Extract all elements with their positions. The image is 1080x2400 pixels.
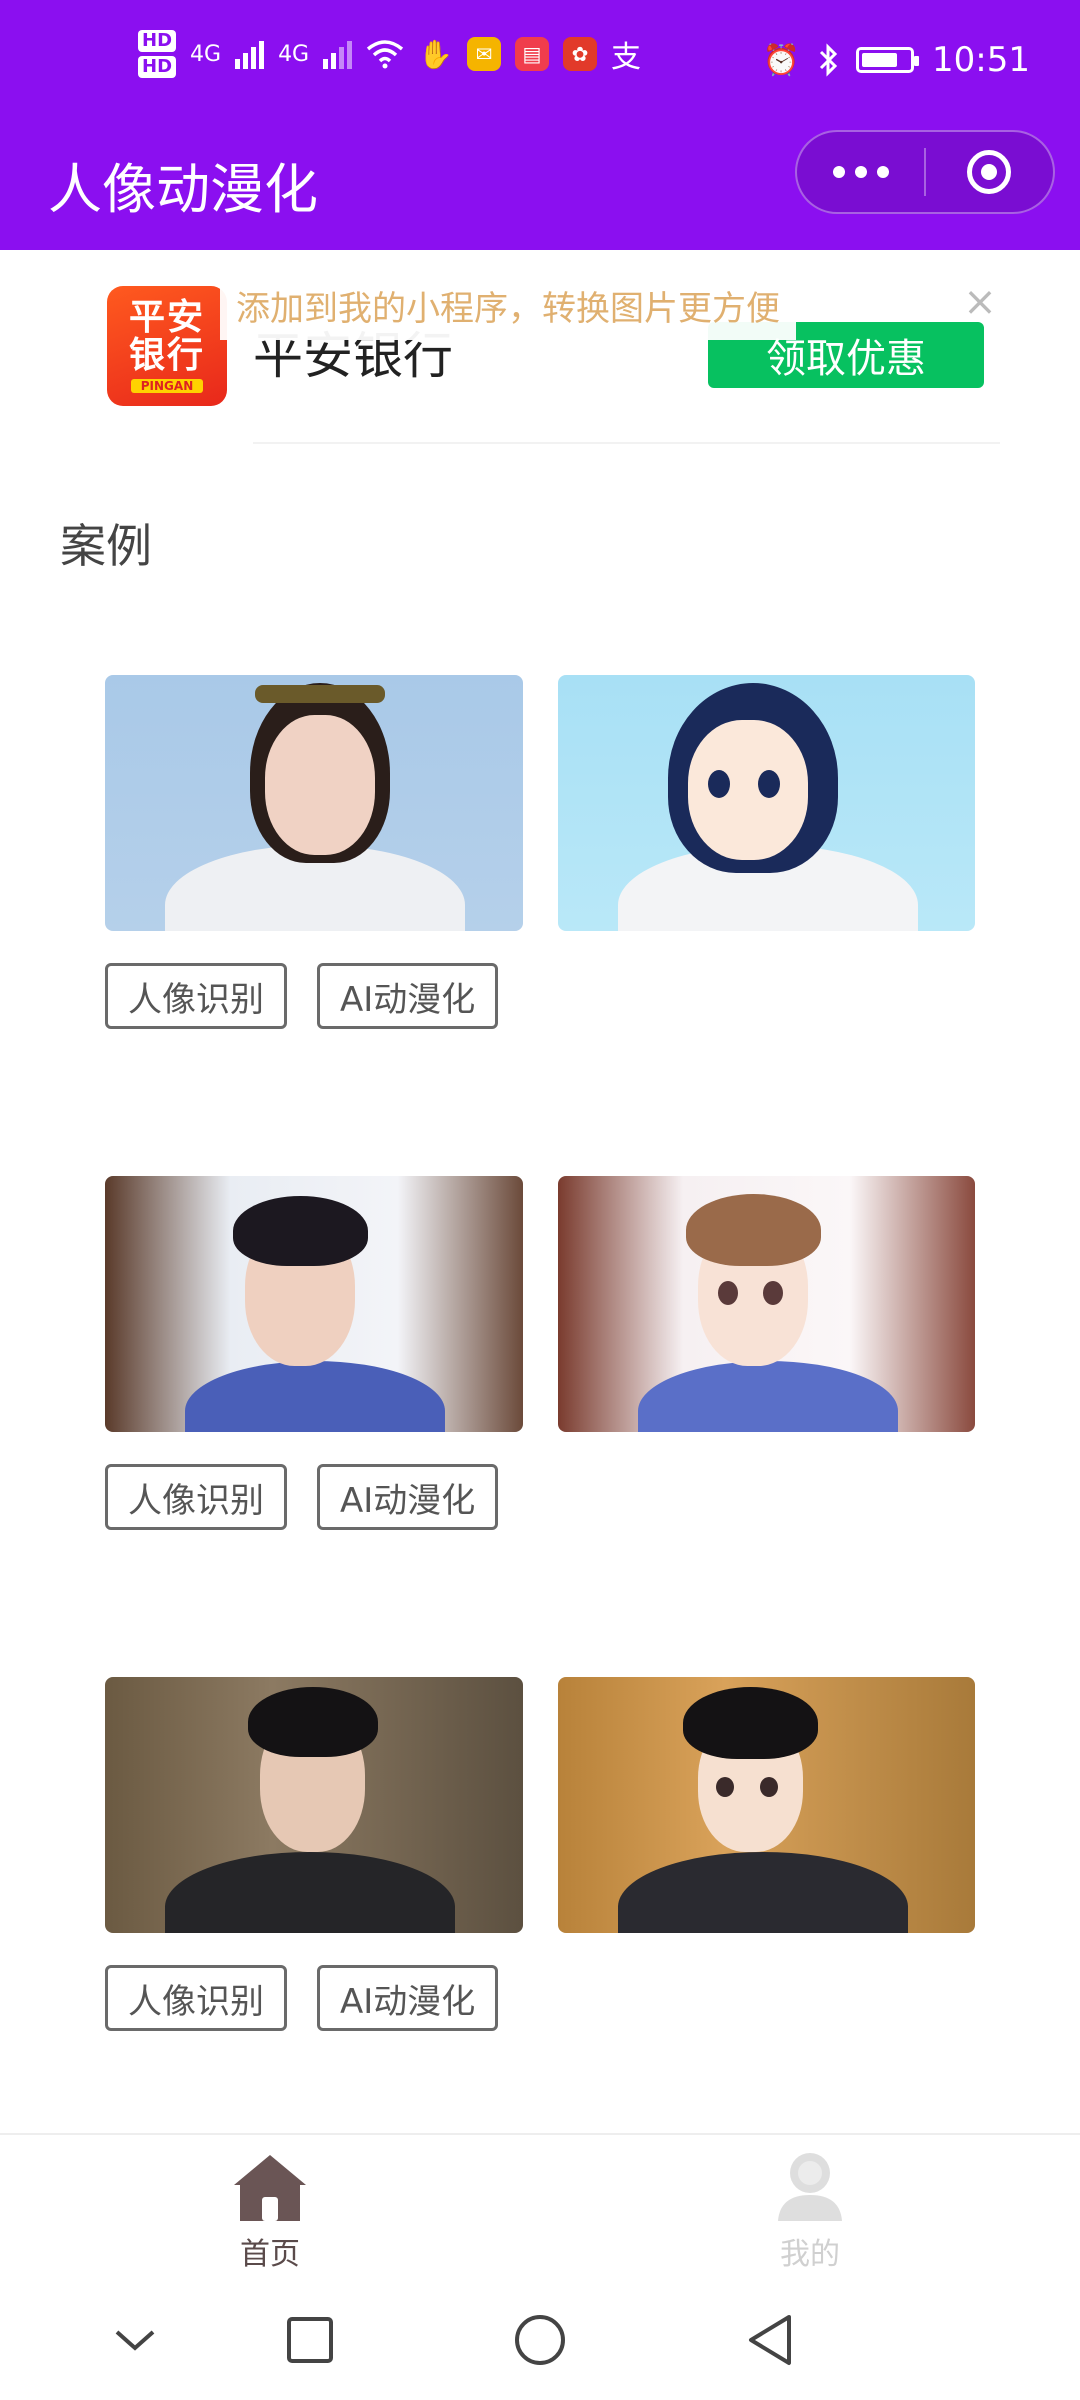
- divider: [253, 442, 1000, 444]
- status-left: HD HD 4G 4G ✋ ✉ ▤ ✿ 支: [138, 30, 641, 78]
- battery-icon: [856, 47, 920, 73]
- chevron-down-icon[interactable]: [100, 2305, 170, 2375]
- recents-icon[interactable]: [275, 2305, 345, 2375]
- example-card: 人像识别 AI动漫化: [105, 675, 975, 1029]
- more-options-button[interactable]: [797, 132, 924, 212]
- tab-home[interactable]: 首页: [0, 2135, 540, 2283]
- hand-icon: ✋: [418, 37, 453, 71]
- pingan-logo: 平安 银行 PINGAN: [107, 286, 227, 406]
- target-icon: [967, 150, 1012, 194]
- anime-photo[interactable]: [557, 675, 975, 931]
- ad-banner[interactable]: 平安 银行 PINGAN 平安银行 领取优惠 添加到我的小程序，转换图片更方便 …: [0, 250, 1080, 450]
- network-type-2: 4G: [278, 41, 310, 67]
- back-icon[interactable]: [735, 2305, 805, 2375]
- close-icon[interactable]: ×: [960, 282, 1000, 322]
- tab-mine[interactable]: 我的: [540, 2135, 1080, 2283]
- miniprogram-capsule: [795, 130, 1055, 214]
- close-miniprogram-button[interactable]: [926, 132, 1053, 212]
- tab-home-label: 首页: [240, 2237, 300, 2272]
- home-circle-icon[interactable]: [505, 2305, 575, 2375]
- tag-ai-anime[interactable]: AI动漫化: [317, 963, 499, 1029]
- hd-badge-1: HD: [138, 30, 177, 52]
- tab-mine-label: 我的: [780, 2237, 840, 2272]
- hd-indicator: HD HD: [138, 30, 177, 78]
- clock-time: 10:51: [932, 40, 1030, 80]
- home-icon: [234, 2155, 306, 2221]
- page-title: 人像动漫化: [48, 158, 318, 221]
- tag-ai-anime[interactable]: AI动漫化: [317, 1965, 499, 2031]
- flower-app-icon: ✿: [562, 37, 597, 71]
- example-card: 人像识别 AI动漫化: [105, 1176, 975, 1530]
- signal-icon: [235, 39, 265, 69]
- original-photo[interactable]: [105, 1677, 523, 1933]
- top-app-bar: HD HD 4G 4G ✋ ✉ ▤ ✿ 支 ⏰ 10:51 人像动漫化: [0, 0, 1080, 250]
- alarm-icon: ⏰: [762, 42, 801, 78]
- user-icon: [778, 2153, 842, 2221]
- add-miniprogram-tip: 添加到我的小程序，转换图片更方便: [220, 270, 796, 340]
- original-photo[interactable]: [105, 1176, 523, 1432]
- network-type-1: 4G: [190, 41, 222, 67]
- section-title: 案例: [60, 519, 152, 573]
- tag-portrait-recognition[interactable]: 人像识别: [105, 963, 287, 1029]
- signal-icon-2: [323, 39, 353, 69]
- hd-badge-2: HD: [138, 56, 177, 78]
- wifi-icon: [366, 40, 404, 69]
- mail-app-icon: ✉: [466, 37, 501, 71]
- tag-portrait-recognition[interactable]: 人像识别: [105, 1965, 287, 2031]
- example-card: 人像识别 AI动漫化: [105, 1677, 975, 2031]
- anime-photo[interactable]: [557, 1677, 975, 1933]
- anime-photo[interactable]: [557, 1176, 975, 1432]
- status-right: ⏰ 10:51: [763, 40, 1030, 80]
- bluetooth-icon: [819, 43, 838, 77]
- alipay-icon: 支: [610, 40, 641, 75]
- status-bar: HD HD 4G 4G ✋ ✉ ▤ ✿ 支 ⏰ 10:51: [0, 0, 1080, 130]
- bottom-tab-bar: 首页 我的: [0, 2133, 1080, 2283]
- original-photo[interactable]: [105, 675, 523, 931]
- tag-portrait-recognition[interactable]: 人像识别: [105, 1464, 287, 1530]
- book-app-icon: ▤: [514, 37, 549, 71]
- system-nav-bar: [0, 2283, 1080, 2400]
- tag-ai-anime[interactable]: AI动漫化: [317, 1464, 499, 1530]
